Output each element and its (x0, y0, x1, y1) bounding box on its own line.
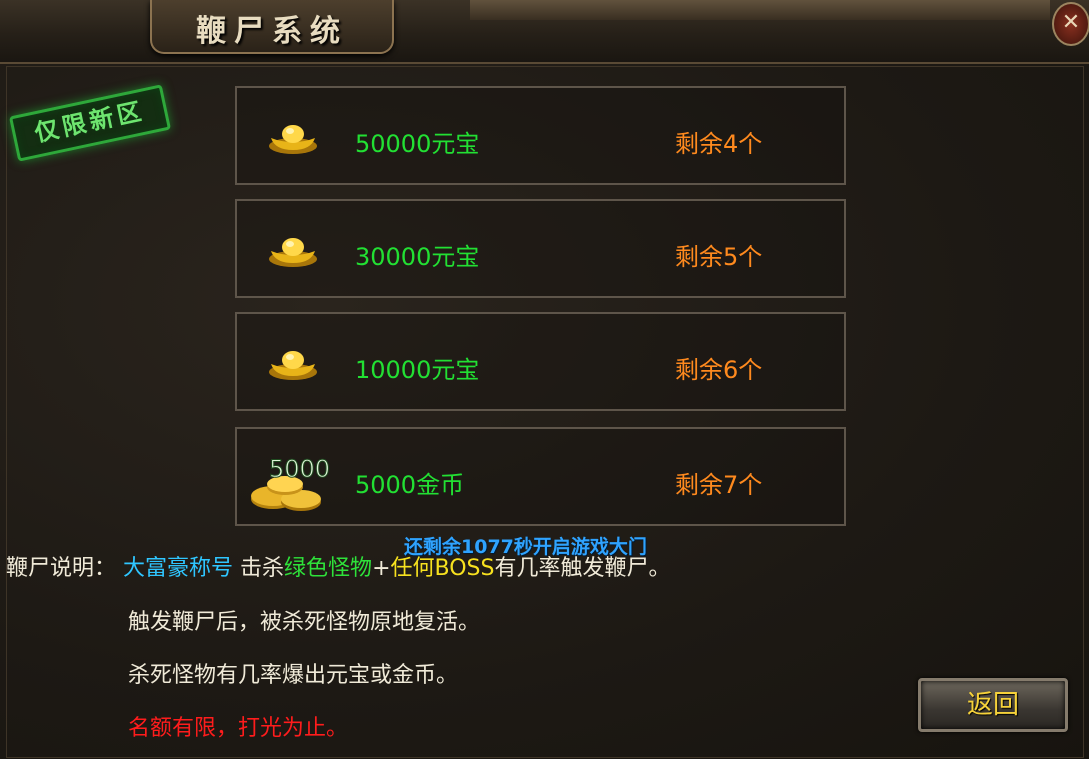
title-plate: 鞭尸系统 (150, 0, 394, 54)
any-boss-text: 任何BOSS (390, 556, 495, 581)
reward-remaining: 剩余5个 (675, 243, 763, 271)
description-line-2: 触发鞭尸后，被杀死怪物原地复活。 (128, 610, 481, 635)
reward-row: 30000元宝 剩余5个 (235, 199, 846, 298)
green-monster-text: 绿色怪物 (284, 556, 373, 581)
reward-remaining: 剩余4个 (675, 130, 763, 158)
game-panel: 鞭尸系统 ✕ 仅限新区 50000元宝 剩余4个 30000元宝 剩余5个 10… (0, 0, 1089, 759)
kill-text: 击杀 (240, 556, 285, 581)
description-line-1: 鞭尸说明： 大富豪称号 击杀绿色怪物+任何BOSS有几率触发鞭尸。 (6, 550, 670, 582)
gold-ingot-icon (269, 125, 317, 154)
reward-name: 5000金币 (355, 471, 465, 499)
gold-coins-icon: 5000 (251, 455, 331, 511)
reward-remaining: 剩余7个 (675, 471, 763, 499)
title-bar-trim (470, 0, 1050, 20)
description-line-4: 名额有限，打光为止。 (128, 716, 349, 741)
back-button[interactable]: 返回 (918, 678, 1068, 732)
description-label: 鞭尸说明： (6, 556, 117, 581)
plus-text: + (372, 556, 391, 581)
gold-ingot-icon (269, 238, 317, 267)
reward-row: 10000元宝 剩余6个 (235, 312, 846, 411)
window-title: 鞭尸系统 (196, 14, 348, 49)
reward-row: 5000 5000金币 剩余7个 (235, 427, 846, 526)
close-icon: ✕ (1061, 10, 1081, 35)
description-line-3: 杀死怪物有几率爆出元宝或金币。 (128, 663, 459, 688)
close-button[interactable]: ✕ (1052, 2, 1089, 46)
reward-name: 30000元宝 (355, 243, 480, 271)
reward-row: 50000元宝 剩余4个 (235, 86, 846, 185)
description-tail: 有几率触发鞭尸。 (494, 556, 671, 581)
title-name: 大富豪称号 (123, 556, 234, 581)
reward-name: 50000元宝 (355, 130, 480, 158)
gold-ingot-icon (269, 351, 317, 380)
reward-remaining: 剩余6个 (675, 356, 763, 384)
coins-icon-label: 5000 (269, 455, 330, 483)
reward-name: 10000元宝 (355, 356, 480, 384)
